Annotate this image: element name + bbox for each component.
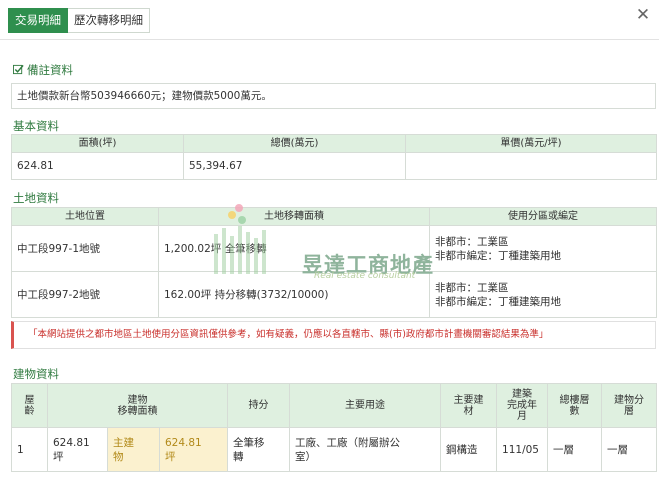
basic-header-total: 總價(萬元) xyxy=(183,134,406,153)
bld-header-share: 持分 xyxy=(227,383,291,428)
bld-completion: 111/05 xyxy=(496,427,549,472)
basic-cell-total: 55,394.67 xyxy=(183,152,406,180)
land-zone-line: 非都市編定：丁種建築用地 xyxy=(435,295,561,308)
building-table: 屋 齡 建物 移轉面積 持分 主要用途 主要建 材 建築 完成年 月 總樓層 數… xyxy=(11,383,658,472)
bld-area: 624.81 坪 xyxy=(47,427,108,472)
bld-header-floor: 建物分 層 xyxy=(601,383,658,428)
zoning-disclaimer: 「本網站提供之都市地區土地使用分區資訊僅供參考，如有疑義，仍應以各直轄市、縣(市… xyxy=(11,321,656,349)
bld-material: 鋼構造 xyxy=(440,427,498,472)
bld-header-age: 屋 齡 xyxy=(11,383,48,428)
note-text: 土地價款新台幣503946660元；建物價款5000萬元。 xyxy=(11,83,656,109)
land-zone-line: 非都市：工業區 xyxy=(435,235,509,248)
basic-cell-unit xyxy=(405,152,657,180)
bld-header-transfer-area: 建物 移轉面積 xyxy=(46,383,229,428)
land-zone: 非都市：工業區 非都市編定：丁種建築用地 xyxy=(429,271,657,318)
bld-total-floors: 一層 xyxy=(547,427,603,472)
divider xyxy=(0,39,659,40)
note-section-title: 備註資料 xyxy=(13,62,73,78)
land-header-zone: 使用分區或編定 xyxy=(429,207,657,226)
basic-cell-area: 624.81 xyxy=(11,152,184,180)
bld-main-building-label: 主建 物 xyxy=(107,427,160,472)
building-section-title: 建物資料 xyxy=(13,367,59,381)
checkbox-icon xyxy=(13,64,24,75)
land-zone-line: 非都市：工業區 xyxy=(435,281,509,294)
land-location: 中工段997-1地號 xyxy=(11,225,159,272)
land-zone: 非都市：工業區 非都市編定：丁種建築用地 xyxy=(429,225,657,272)
bld-age: 1 xyxy=(11,427,48,472)
table-row: 1 624.81 坪 主建 物 624.81 坪 全筆移 轉 工廠、工廠（附屬辦… xyxy=(11,427,658,472)
watermark-subtext: Real estate consultant xyxy=(314,271,416,281)
tab-transfer-history[interactable]: 歷次轉移明細 xyxy=(68,8,150,33)
bld-header-material: 主要建 材 xyxy=(440,383,498,428)
note-section-label: 備註資料 xyxy=(27,63,73,77)
bld-use: 工廠、工廠（附屬辦公 室） xyxy=(289,427,442,472)
basic-header-area: 面積(坪) xyxy=(11,134,184,153)
basic-section-title: 基本資料 xyxy=(13,119,59,133)
land-location: 中工段997-2地號 xyxy=(11,271,159,318)
bld-share: 全筆移 轉 xyxy=(227,427,291,472)
tab-bar: 交易明細 歷次轉移明細 xyxy=(8,8,150,33)
tab-transaction-details[interactable]: 交易明細 xyxy=(8,8,68,33)
land-section-title: 土地資料 xyxy=(13,191,59,205)
bld-header-completion: 建築 完成年 月 xyxy=(496,383,549,428)
bld-main-building-area: 624.81 坪 xyxy=(158,427,229,472)
basic-header-unit: 單價(萬元/坪) xyxy=(405,134,657,153)
bld-floor: 一層 xyxy=(601,427,658,472)
bld-header-total-floors: 總樓層 數 xyxy=(547,383,603,428)
bld-header-use: 主要用途 xyxy=(289,383,442,428)
basic-table: 面積(坪) 總價(萬元) 單價(萬元/坪) 624.81 55,394.67 xyxy=(11,134,657,180)
land-zone-line: 非都市編定：丁種建築用地 xyxy=(435,249,561,262)
close-icon[interactable]: ✕ xyxy=(634,6,652,24)
land-header-location: 土地位置 xyxy=(11,207,159,226)
